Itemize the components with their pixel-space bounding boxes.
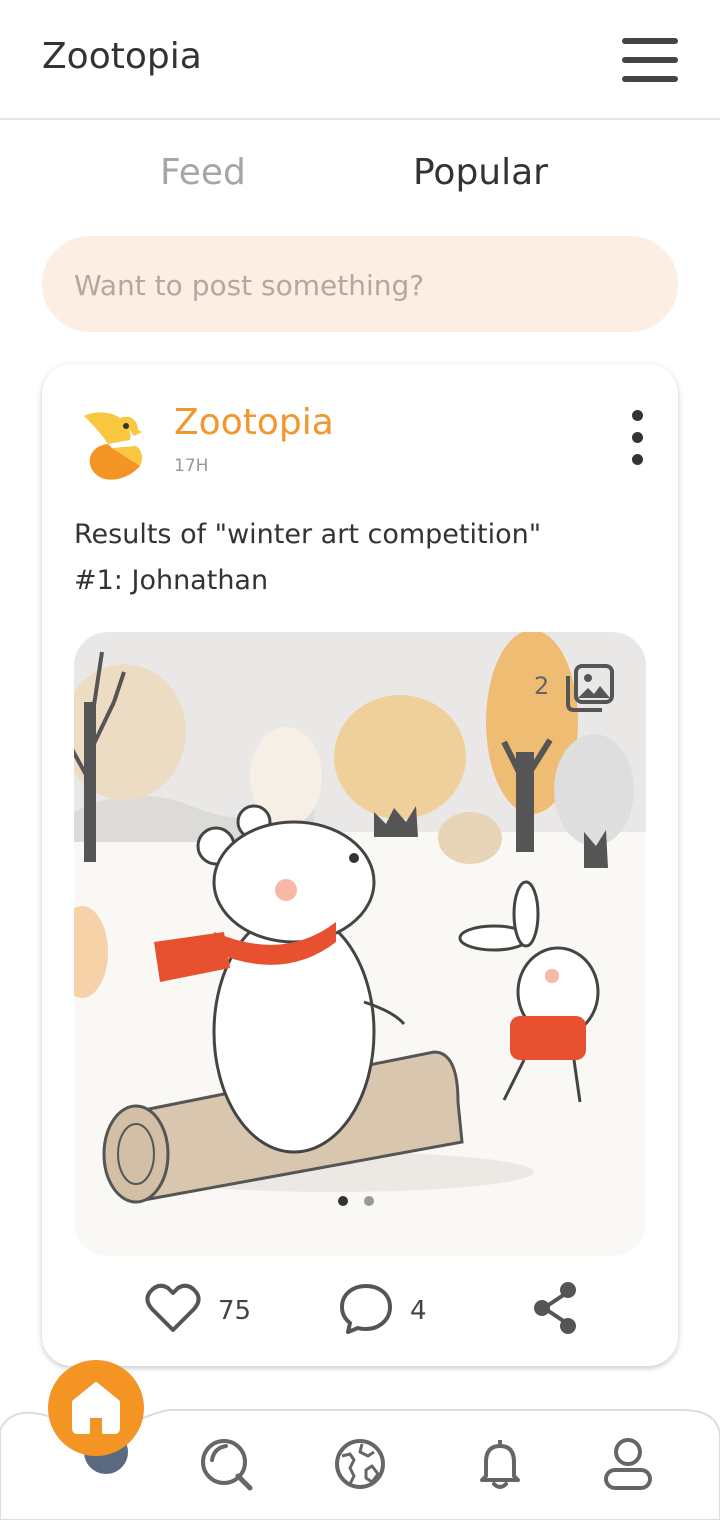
gallery-icon (566, 664, 614, 712)
share-button[interactable] (532, 1280, 582, 1340)
image-count: 2 (534, 672, 550, 700)
comment-icon (340, 1284, 392, 1334)
post-actions: 75 4 (42, 1280, 678, 1340)
more-vertical-icon[interactable] (630, 410, 646, 466)
top-app-bar: Zootopia (0, 0, 720, 120)
tab-popular[interactable]: Popular (413, 152, 548, 193)
post-composer-input[interactable]: Want to post something? (42, 236, 678, 332)
search-icon[interactable] (198, 1436, 254, 1492)
profile-icon[interactable] (600, 1436, 656, 1492)
winter-illustration (74, 632, 646, 1256)
post-text: Results of "winter art competition" #1: … (74, 512, 644, 604)
pagination-dot-active[interactable] (338, 1196, 348, 1206)
comment-count: 4 (410, 1296, 427, 1326)
tab-feed[interactable]: Feed (160, 152, 246, 193)
comment-button[interactable]: 4 (338, 1280, 448, 1340)
like-button[interactable]: 75 (144, 1280, 264, 1340)
post-author[interactable]: Zootopia (174, 402, 334, 443)
share-icon (534, 1282, 576, 1334)
heart-icon (145, 1283, 201, 1332)
post-card: Zootopia 17H Results of "winter art comp… (42, 364, 678, 1366)
post-image[interactable]: 2 (74, 632, 646, 1256)
pagination-dot[interactable] (364, 1196, 374, 1206)
like-count: 75 (218, 1296, 252, 1326)
image-pagination[interactable] (338, 1196, 384, 1208)
composer-placeholder: Want to post something? (74, 269, 425, 302)
app-title: Zootopia (42, 36, 202, 77)
bell-icon[interactable] (472, 1436, 528, 1492)
bird-logo-icon[interactable] (78, 404, 148, 482)
home-icon (72, 1382, 120, 1434)
post-time: 17H (174, 456, 209, 476)
globe-icon[interactable] (332, 1436, 388, 1492)
post-text-line: Results of "winter art competition" (74, 519, 542, 550)
hamburger-menu-icon[interactable] (622, 38, 680, 82)
post-text-line: #1: Johnathan (74, 565, 269, 596)
nav-home-button[interactable] (48, 1360, 144, 1456)
